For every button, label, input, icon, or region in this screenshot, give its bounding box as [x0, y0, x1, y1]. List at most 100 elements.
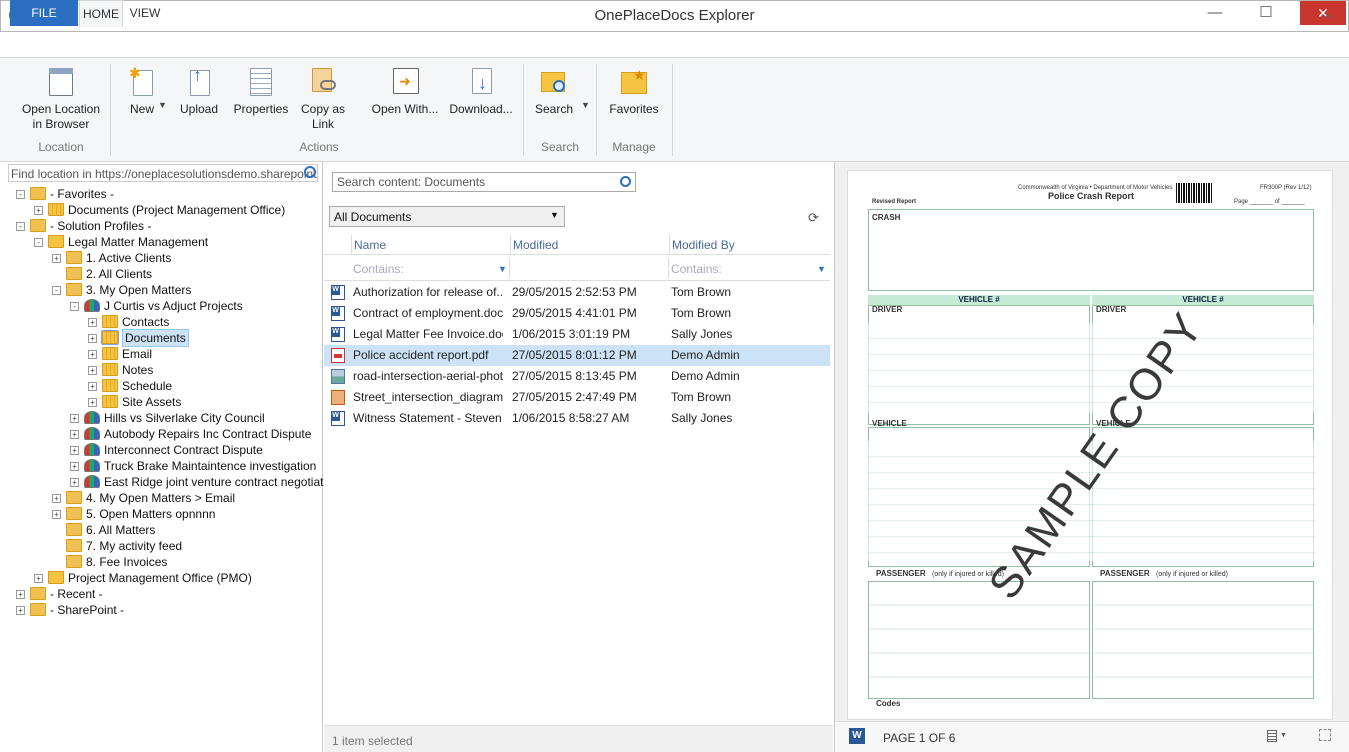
expand-icon[interactable]: +	[88, 382, 97, 391]
refresh-icon[interactable]: ⟳	[808, 210, 822, 225]
download-button[interactable]: ↓ Download...	[448, 66, 514, 136]
column-modified[interactable]: Modified	[513, 238, 558, 252]
expand-icon[interactable]: +	[52, 254, 61, 263]
table-row[interactable]: Authorization for release of... 29/05/201…	[324, 282, 830, 303]
folder-icon	[102, 379, 118, 392]
browser-icon	[46, 66, 76, 98]
powerpoint-file-icon	[331, 390, 345, 405]
expand-icon[interactable]: +	[16, 606, 25, 615]
word-file-icon	[331, 411, 345, 426]
filter-modified[interactable]	[510, 258, 669, 278]
group-label-manage: Manage	[612, 140, 656, 154]
folder-icon	[48, 203, 64, 216]
properties-button[interactable]: Properties	[232, 66, 290, 136]
expand-icon[interactable]: +	[70, 414, 79, 423]
cell-modified: 29/05/2015 2:52:53 PM	[512, 285, 637, 299]
folder-icon	[30, 219, 46, 232]
chevron-down-icon[interactable]: ▼	[1280, 732, 1287, 739]
page-layout-icon[interactable]	[1267, 730, 1277, 742]
folder-icon	[84, 299, 100, 312]
table-row[interactable]: Witness Statement - Steven P... 1/06/2015…	[324, 408, 830, 429]
ribbon-tab-row	[0, 32, 1349, 58]
tree-node-label: Site Assets	[122, 395, 182, 409]
expand-icon[interactable]: +	[88, 366, 97, 375]
collapse-icon[interactable]: -	[70, 302, 79, 311]
collapse-icon[interactable]: -	[34, 238, 43, 247]
minimize-button[interactable]: —	[1198, 1, 1232, 25]
grid-header: Name Modified Modified By	[324, 233, 830, 255]
collapse-icon[interactable]: -	[16, 222, 25, 231]
open-location-button[interactable]: Open Location in Browser	[18, 66, 104, 136]
tab-home[interactable]: HOME	[79, 0, 123, 27]
search-button[interactable]: Search ▼	[533, 66, 590, 136]
tree-node-label: Email	[122, 347, 153, 361]
tree-node-label: 2. All Clients	[86, 267, 153, 281]
favorites-button[interactable]: ★ Favorites	[606, 66, 662, 136]
new-document-icon: ✱	[127, 66, 157, 98]
table-row[interactable]: Contract of employment.docx 29/05/2015 4:…	[324, 303, 830, 324]
image-file-icon	[331, 369, 345, 384]
expand-icon[interactable]: +	[52, 510, 61, 519]
new-button[interactable]: ✱ New ▼	[120, 66, 167, 136]
ribbon: Open Location in Browser ✱ New ▼ ↑ Uploa…	[0, 58, 1349, 162]
expand-icon[interactable]: +	[88, 334, 97, 343]
tree-node-label: - Recent -	[50, 587, 103, 601]
open-with-icon: ➜	[390, 66, 420, 98]
table-row[interactable]: Street_intersection_diagramp... 27/05/201…	[324, 387, 830, 408]
expand-icon[interactable]: +	[16, 590, 25, 599]
tree-node-label: 7. My activity feed	[86, 539, 183, 553]
fullscreen-icon[interactable]	[1319, 729, 1331, 741]
cell-modified: 1/06/2015 3:01:19 PM	[512, 327, 631, 341]
word-file-icon	[331, 285, 345, 300]
maximize-button[interactable]: ☐	[1249, 1, 1283, 25]
folder-icon	[66, 491, 82, 504]
expand-icon[interactable]: +	[70, 478, 79, 487]
cell-name: Police accident report.pdf	[353, 348, 489, 362]
upload-button[interactable]: ↑ Upload	[176, 66, 222, 136]
expand-icon[interactable]: +	[88, 398, 97, 407]
tree-node-label: Legal Matter Management	[68, 235, 209, 249]
folder-icon	[102, 347, 118, 360]
folder-icon	[102, 395, 118, 408]
expand-icon[interactable]: +	[34, 206, 43, 215]
view-dropdown[interactable]: All Documents ▼	[329, 206, 565, 227]
tab-file[interactable]: FILE	[10, 0, 78, 26]
cell-modified-by: Tom Brown	[671, 306, 732, 320]
column-modified-by[interactable]: Modified By	[672, 238, 735, 252]
open-with-button[interactable]: ➜ Open With...	[368, 66, 442, 136]
table-row[interactable]: road-intersection-aerial-phot... 27/05/20…	[324, 366, 830, 387]
expand-icon[interactable]: +	[88, 318, 97, 327]
search-icon[interactable]	[620, 176, 631, 187]
filter-name[interactable]: Contains:	[351, 258, 510, 278]
tree-node-label: Documents	[122, 329, 189, 347]
expand-icon[interactable]: +	[70, 462, 79, 471]
expand-icon[interactable]: +	[70, 446, 79, 455]
tree-node-label: Schedule	[122, 379, 173, 393]
column-name[interactable]: Name	[354, 238, 386, 252]
search-content-input[interactable]: Search content: Documents	[332, 172, 636, 192]
find-location-input[interactable]: Find location in https://oneplacesolutio…	[8, 164, 318, 182]
copy-as-link-button[interactable]: Copy as Link	[298, 66, 348, 136]
collapse-icon[interactable]: -	[52, 286, 61, 295]
search-icon[interactable]	[304, 166, 316, 178]
folder-icon	[30, 187, 46, 200]
filter-modified-by[interactable]: Contains:	[669, 258, 830, 278]
expand-icon[interactable]: +	[34, 574, 43, 583]
tab-view[interactable]: VIEW	[125, 0, 165, 26]
ribbon-divider	[110, 64, 111, 156]
table-row[interactable]: Police accident report.pdf 27/05/2015 8:0…	[324, 345, 830, 366]
filter-icon[interactable]: ▼	[817, 264, 826, 274]
cell-modified: 27/05/2015 8:01:12 PM	[512, 348, 637, 362]
folder-icon	[66, 555, 82, 568]
expand-icon[interactable]: +	[52, 494, 61, 503]
collapse-ribbon-icon[interactable]: ︿	[1320, 5, 1336, 21]
ribbon-divider	[672, 64, 673, 156]
folder-icon	[84, 443, 100, 456]
collapse-icon[interactable]: -	[16, 190, 25, 199]
expand-icon[interactable]: +	[70, 430, 79, 439]
expand-icon[interactable]: +	[88, 350, 97, 359]
word-file-icon	[331, 306, 345, 321]
table-row[interactable]: Legal Matter Fee Invoice.docx 1/06/2015 3…	[324, 324, 830, 345]
folder-icon	[66, 267, 82, 280]
filter-icon[interactable]: ▼	[498, 264, 507, 274]
